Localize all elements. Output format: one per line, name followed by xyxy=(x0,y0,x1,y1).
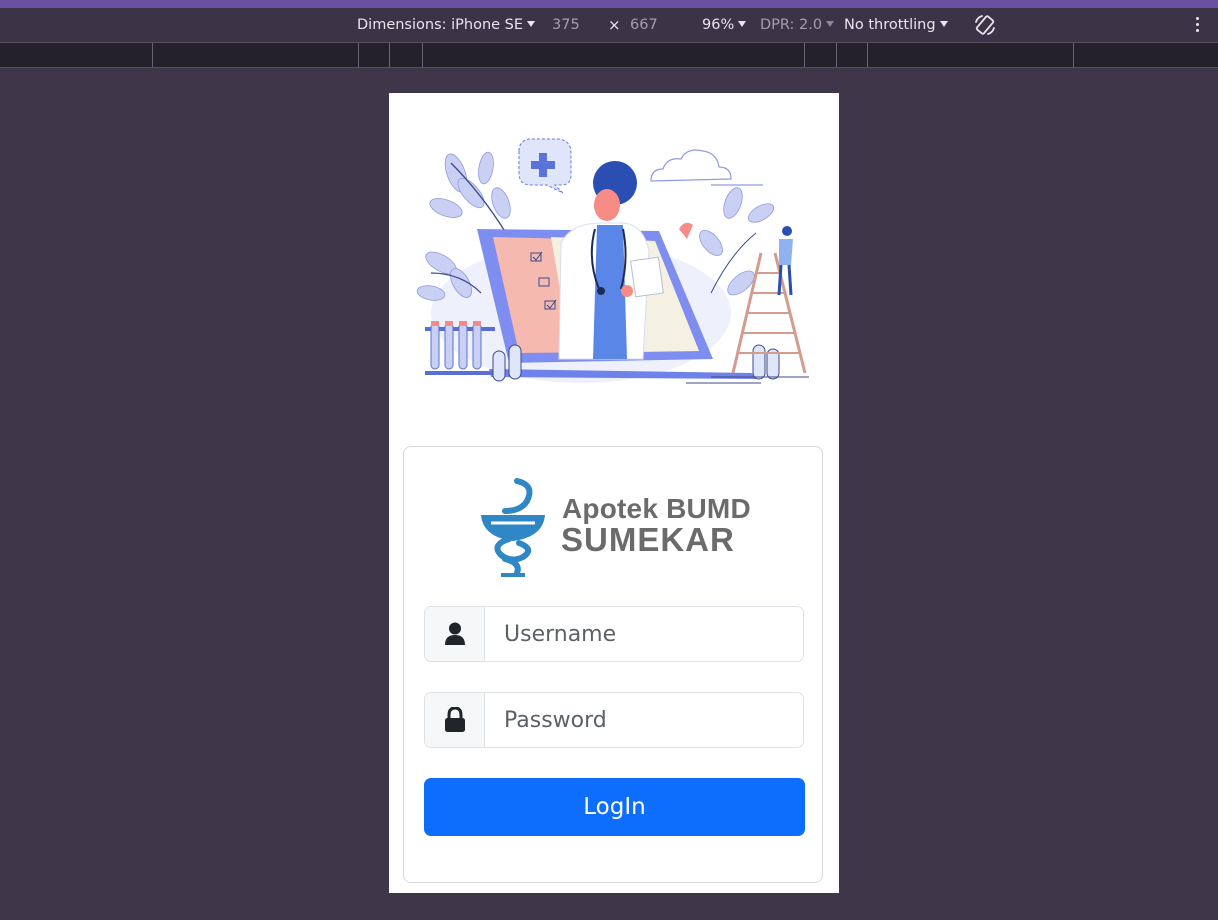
device-viewport: Apotek BUMD SUMEKAR LogIn xyxy=(389,93,839,893)
dpr-dropdown[interactable]: DPR: 2.0 xyxy=(760,8,835,42)
caret-down-icon xyxy=(939,21,948,27)
device-height-input[interactable]: 667 xyxy=(630,8,658,42)
brand-logo: Apotek BUMD SUMEKAR xyxy=(479,475,751,579)
doctor-illustration xyxy=(416,138,809,384)
lock-icon xyxy=(425,693,485,747)
caret-down-icon xyxy=(527,21,536,27)
throttling-label: No throttling xyxy=(844,17,936,33)
login-button[interactable]: LogIn xyxy=(424,778,805,836)
zoom-dropdown[interactable]: 96% xyxy=(702,8,747,42)
media-query-divider xyxy=(422,43,423,67)
rotate-icon[interactable] xyxy=(972,12,998,42)
device-width-input[interactable]: 375 xyxy=(552,8,580,42)
dpr-label: DPR: 2.0 xyxy=(760,17,823,33)
device-toolbar: Dimensions: iPhone SE 375 × 667 96% DPR:… xyxy=(0,8,1218,42)
dimension-separator: × xyxy=(608,16,621,34)
password-input[interactable] xyxy=(485,693,803,747)
media-query-divider xyxy=(358,43,359,67)
media-query-bar[interactable] xyxy=(0,42,1218,68)
more-vertical-icon[interactable] xyxy=(1196,17,1200,35)
devtools-top-accent xyxy=(0,0,1218,8)
snake-bowl-pharmacy-logo xyxy=(481,478,545,577)
login-card: Apotek BUMD SUMEKAR LogIn xyxy=(403,446,823,883)
media-query-divider xyxy=(867,43,868,67)
user-icon xyxy=(425,607,485,661)
username-input[interactable] xyxy=(485,607,803,661)
caret-down-icon xyxy=(738,21,747,27)
throttling-dropdown[interactable]: No throttling xyxy=(844,8,948,42)
zoom-label: 96% xyxy=(702,17,735,33)
media-query-divider xyxy=(804,43,805,67)
media-query-divider xyxy=(389,43,390,67)
caret-down-icon xyxy=(826,21,835,27)
media-query-divider xyxy=(1073,43,1074,67)
device-dimensions-dropdown[interactable]: Dimensions: iPhone SE xyxy=(357,8,536,42)
username-input-group xyxy=(424,606,804,662)
brand-name-line2: SUMEKAR xyxy=(561,521,735,558)
media-query-divider xyxy=(836,43,837,67)
password-input-group xyxy=(424,692,804,748)
device-dimensions-label: Dimensions: iPhone SE xyxy=(357,17,524,33)
media-query-divider xyxy=(152,43,153,67)
